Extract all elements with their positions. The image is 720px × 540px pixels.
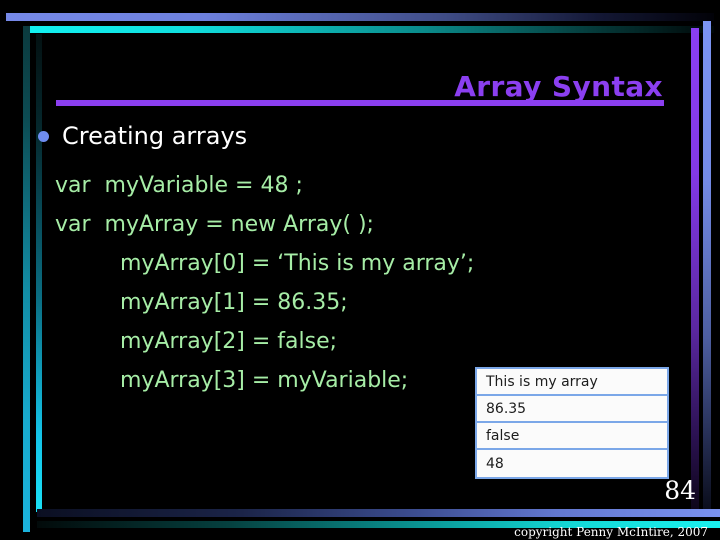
bottom-blue-accent-bar bbox=[37, 509, 720, 517]
table-row: 86.35 bbox=[477, 396, 667, 423]
code-line: var myArray = new Array( ); bbox=[55, 212, 374, 237]
table-cell-value: 86.35 bbox=[486, 400, 527, 417]
table-row: This is my array bbox=[477, 369, 667, 396]
top-cyan-accent-bar bbox=[24, 26, 714, 33]
slide-canvas: Array Syntax Creating arrays var myVaria… bbox=[0, 0, 720, 540]
bullet-dot-icon bbox=[38, 130, 49, 142]
code-line: myArray[2] = false; bbox=[120, 329, 338, 354]
top-blue-accent-bar bbox=[6, 13, 714, 21]
code-line: myArray[3] = myVariable; bbox=[120, 368, 409, 393]
code-line: myArray[0] = ‘This is my array’; bbox=[120, 251, 475, 276]
bullet-item-label: Creating arrays bbox=[62, 122, 248, 150]
right-purple-accent-bar bbox=[691, 28, 699, 510]
code-line: var myVariable = 48 ; bbox=[55, 173, 303, 198]
table-row: 48 bbox=[477, 450, 667, 477]
page-number: 84 bbox=[664, 476, 696, 505]
right-blue-accent-bar bbox=[703, 21, 711, 516]
title-underline-rule bbox=[56, 100, 664, 106]
table-row: false bbox=[477, 423, 667, 450]
code-listing: var myVariable = 48 ; var myArray = new A… bbox=[55, 166, 474, 400]
array-values-table: This is my array 86.35 false 48 bbox=[475, 367, 669, 479]
code-line: myArray[1] = 86.35; bbox=[120, 290, 348, 315]
left-outer-accent-bar bbox=[23, 26, 30, 532]
left-inner-accent-bar bbox=[36, 34, 42, 512]
table-cell-value: 48 bbox=[486, 455, 504, 472]
slide-title: Array Syntax bbox=[454, 70, 663, 103]
table-cell-value: false bbox=[486, 427, 520, 444]
bullet-item-creating-arrays: Creating arrays bbox=[38, 122, 247, 150]
copyright-notice: copyright Penny McIntire, 2007 bbox=[514, 525, 708, 539]
table-cell-value: This is my array bbox=[486, 373, 598, 390]
